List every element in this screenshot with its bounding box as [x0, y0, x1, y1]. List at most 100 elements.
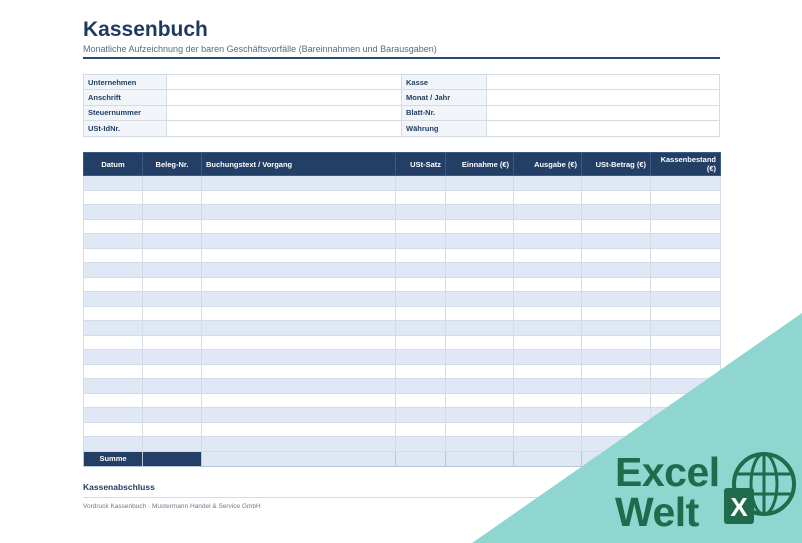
table-cell[interactable] — [513, 175, 582, 191]
table-cell[interactable] — [513, 233, 582, 249]
table-cell[interactable] — [201, 349, 396, 365]
table-cell[interactable] — [395, 262, 446, 278]
table-cell[interactable] — [513, 218, 582, 234]
table-cell[interactable] — [201, 305, 396, 321]
table-cell[interactable] — [83, 378, 143, 394]
table-cell[interactable] — [83, 305, 143, 321]
table-cell[interactable] — [395, 378, 446, 394]
table-cell[interactable] — [83, 334, 143, 350]
table-cell[interactable] — [650, 218, 721, 234]
table-cell[interactable] — [395, 189, 446, 205]
table-cell[interactable] — [513, 262, 582, 278]
table-cell[interactable] — [395, 175, 446, 191]
table-cell[interactable] — [513, 276, 582, 292]
table-cell[interactable] — [201, 421, 396, 437]
table-cell[interactable] — [395, 334, 446, 350]
table-cell[interactable] — [201, 436, 396, 452]
table-cell[interactable] — [650, 291, 721, 307]
table-cell[interactable] — [201, 320, 396, 336]
table-cell[interactable] — [395, 363, 446, 379]
table-cell[interactable] — [142, 436, 202, 452]
table-cell[interactable] — [142, 218, 202, 234]
table-cell[interactable] — [83, 363, 143, 379]
table-cell[interactable] — [445, 233, 514, 249]
table-cell[interactable] — [650, 247, 721, 263]
table-cell[interactable] — [201, 363, 396, 379]
table-cell[interactable] — [201, 175, 396, 191]
table-cell[interactable] — [201, 276, 396, 292]
info-value-field[interactable] — [166, 73, 402, 91]
table-cell[interactable] — [581, 189, 651, 205]
table-cell[interactable] — [142, 305, 202, 321]
table-cell[interactable] — [395, 233, 446, 249]
table-cell[interactable] — [201, 233, 396, 249]
table-cell[interactable] — [142, 407, 202, 423]
table-cell[interactable] — [395, 392, 446, 408]
table-cell[interactable] — [201, 378, 396, 394]
table-cell[interactable] — [142, 262, 202, 278]
table-cell[interactable] — [581, 233, 651, 249]
table-cell[interactable] — [445, 175, 514, 191]
table-cell[interactable] — [650, 262, 721, 278]
table-cell[interactable] — [395, 320, 446, 336]
table-cell[interactable] — [142, 276, 202, 292]
table-cell[interactable] — [395, 247, 446, 263]
table-cell[interactable] — [581, 262, 651, 278]
table-cell[interactable] — [395, 421, 446, 437]
info-value-field[interactable] — [486, 120, 720, 137]
table-cell[interactable] — [142, 247, 202, 263]
table-cell[interactable] — [395, 436, 446, 452]
table-cell[interactable] — [142, 291, 202, 307]
table-cell[interactable] — [201, 218, 396, 234]
table-cell[interactable] — [581, 175, 651, 191]
table-cell[interactable] — [83, 349, 143, 365]
table-cell[interactable] — [142, 349, 202, 365]
table-cell[interactable] — [445, 204, 514, 220]
table-cell[interactable] — [83, 218, 143, 234]
table-cell[interactable] — [142, 175, 202, 191]
table-cell[interactable] — [445, 262, 514, 278]
table-cell[interactable] — [650, 189, 721, 205]
table-cell[interactable] — [513, 291, 582, 307]
table-cell[interactable] — [142, 378, 202, 394]
table-cell[interactable] — [581, 276, 651, 292]
table-cell[interactable] — [201, 262, 396, 278]
info-value-field[interactable] — [166, 104, 402, 122]
table-cell[interactable] — [395, 291, 446, 307]
table-cell[interactable] — [650, 276, 721, 292]
info-value-field[interactable] — [486, 89, 720, 106]
table-cell[interactable] — [201, 407, 396, 423]
table-cell[interactable] — [445, 276, 514, 292]
table-cell[interactable] — [581, 218, 651, 234]
table-cell[interactable] — [142, 320, 202, 336]
table-cell[interactable] — [581, 204, 651, 220]
table-cell[interactable] — [83, 320, 143, 336]
info-value-field[interactable] — [486, 104, 720, 122]
table-cell[interactable] — [83, 262, 143, 278]
table-cell[interactable] — [142, 189, 202, 205]
table-cell[interactable] — [581, 247, 651, 263]
table-cell[interactable] — [83, 291, 143, 307]
table-cell[interactable] — [83, 189, 143, 205]
table-cell[interactable] — [201, 334, 396, 350]
info-value-field[interactable] — [166, 89, 402, 106]
table-cell[interactable] — [395, 407, 446, 423]
table-cell[interactable] — [395, 349, 446, 365]
table-cell[interactable] — [83, 392, 143, 408]
info-value-field[interactable] — [486, 73, 720, 91]
table-cell[interactable] — [650, 233, 721, 249]
table-cell[interactable] — [83, 436, 143, 452]
table-cell[interactable] — [142, 421, 202, 437]
table-cell[interactable] — [142, 334, 202, 350]
table-cell[interactable] — [395, 276, 446, 292]
table-cell[interactable] — [513, 247, 582, 263]
table-cell[interactable] — [142, 204, 202, 220]
table-cell[interactable] — [83, 233, 143, 249]
table-cell[interactable] — [650, 204, 721, 220]
info-value-field[interactable] — [166, 120, 402, 137]
table-cell[interactable] — [83, 247, 143, 263]
table-cell[interactable] — [83, 276, 143, 292]
table-cell[interactable] — [201, 204, 396, 220]
table-cell[interactable] — [83, 175, 143, 191]
table-cell[interactable] — [445, 291, 514, 307]
